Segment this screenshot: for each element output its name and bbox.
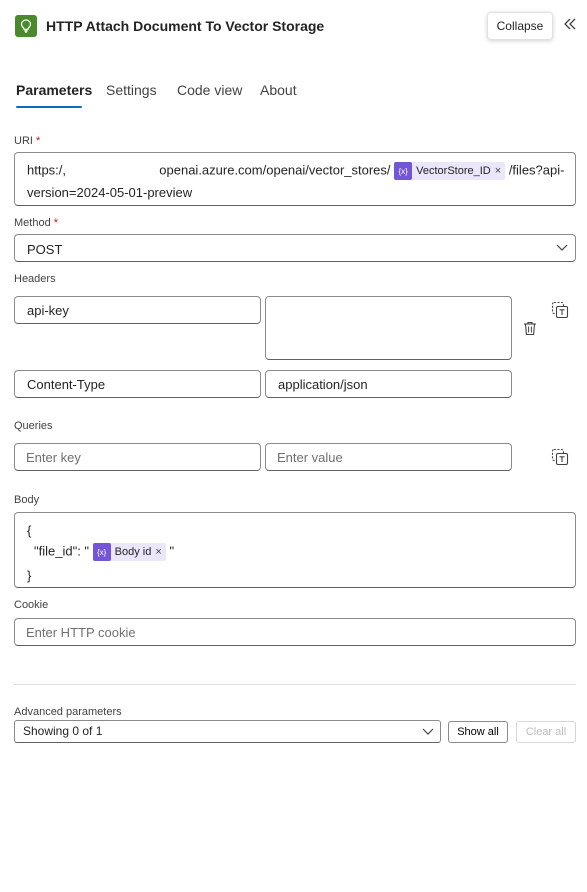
body-line-3: } <box>27 568 32 583</box>
expression-icon: {x} <box>394 162 413 180</box>
header-key-input[interactable]: api-key <box>14 296 261 324</box>
body-editor[interactable]: { "file_id": " {x} Body id × " } <box>14 512 576 588</box>
tab-list: Parameters Settings Code view About <box>0 78 587 112</box>
cookie-input[interactable]: Enter HTTP cookie <box>14 618 576 646</box>
header-value-input[interactable]: application/json <box>265 370 512 398</box>
query-key-input[interactable]: Enter key <box>14 443 261 471</box>
remove-token-icon[interactable]: × <box>155 546 161 558</box>
panel-header: HTTP Attach Document To Vector Storage C… <box>0 0 587 54</box>
query-value-input[interactable]: Enter value <box>265 443 512 471</box>
queries-label: Queries <box>14 420 53 432</box>
divider <box>14 684 576 685</box>
show-all-button[interactable]: Show all <box>448 721 508 743</box>
chevron-down-icon <box>553 239 571 257</box>
method-value: POST <box>27 242 63 257</box>
chevron-down-icon <box>419 723 437 741</box>
delete-icon[interactable] <box>521 319 539 337</box>
switch-to-text-mode-icon[interactable] <box>551 301 569 319</box>
active-tab-indicator <box>16 106 82 108</box>
uri-host-path: openai.azure.com/openai/vector_stores/ <box>159 162 391 178</box>
body-id-token[interactable]: {x} Body id × <box>92 543 166 561</box>
uri-prefix: https:/, <box>27 162 67 178</box>
header-value-input[interactable] <box>265 296 512 360</box>
uri-label: URI * <box>14 135 41 147</box>
tab-parameters[interactable]: Parameters <box>16 82 92 98</box>
tab-about[interactable]: About <box>260 82 297 98</box>
tab-settings[interactable]: Settings <box>106 82 157 98</box>
double-chevron-left-icon[interactable] <box>563 17 577 35</box>
advanced-parameters-label: Advanced parameters <box>14 706 122 718</box>
body-line-2: "file_id": " {x} Body id × " <box>34 543 174 561</box>
clear-all-button[interactable]: Clear all <box>516 721 576 743</box>
body-line-1: { <box>27 523 32 538</box>
tab-code-view[interactable]: Code view <box>177 82 242 98</box>
uri-suffix: /files?api- <box>508 162 565 178</box>
advanced-parameters-select[interactable]: Showing 0 of 1 <box>14 720 441 743</box>
headers-label: Headers <box>14 273 56 285</box>
header-key-input[interactable]: Content-Type <box>14 370 261 398</box>
cookie-label: Cookie <box>14 599 49 611</box>
switch-to-text-mode-icon[interactable] <box>551 448 569 466</box>
collapse-button[interactable]: Collapse <box>487 12 553 40</box>
panel-title: HTTP Attach Document To Vector Storage <box>46 18 325 34</box>
expression-icon: {x} <box>92 543 111 561</box>
body-label: Body <box>14 494 40 506</box>
method-select[interactable]: POST <box>14 234 576 262</box>
remove-token-icon[interactable]: × <box>495 165 501 177</box>
uri-line-2: version=2024-05-01-preview <box>27 185 193 200</box>
method-label: Method * <box>14 217 59 229</box>
uri-field[interactable]: https:/, openai.azure.com/openai/vector_… <box>14 152 576 206</box>
lightbulb-icon <box>15 15 37 37</box>
vectorstore-id-token[interactable]: {x} VectorStore_ID × <box>394 162 506 180</box>
